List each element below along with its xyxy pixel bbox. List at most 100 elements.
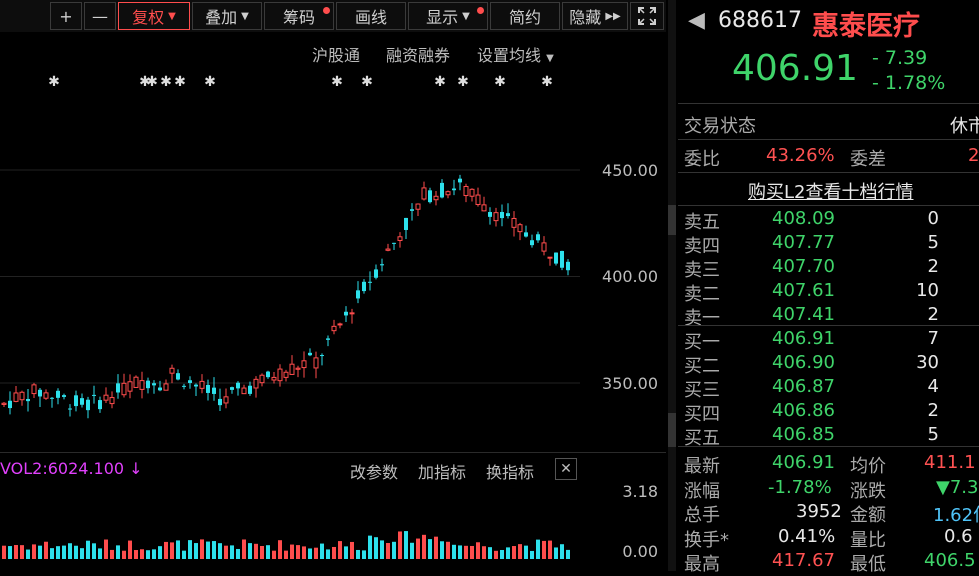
- volume-tick-bottom: 0.00: [622, 542, 658, 561]
- volume-bar: [518, 544, 522, 559]
- current-price: 406.91: [732, 48, 858, 89]
- candle-body: [481, 204, 487, 212]
- ask-level-4-volume: 10: [916, 280, 939, 301]
- volume-bar: [314, 547, 318, 559]
- fullscreen-button[interactable]: [630, 2, 664, 30]
- bid-level-2-label: 买二: [684, 356, 720, 377]
- volume-bar: [392, 541, 396, 559]
- candle-body: [169, 367, 175, 374]
- candle-body: [86, 399, 90, 411]
- volume-bar: [272, 550, 276, 559]
- event-marker-icon[interactable]: ✱: [361, 74, 373, 90]
- bid-level-1-price: 406.91: [772, 328, 835, 349]
- candle-body: [511, 217, 517, 228]
- price-tick-450: 450.00: [602, 161, 658, 180]
- volume-bar: [350, 541, 354, 559]
- candle-body: [458, 178, 462, 183]
- candle-body: [121, 382, 127, 396]
- volume-bar: [554, 547, 558, 559]
- candle-body: [404, 217, 408, 230]
- candle-body: [43, 392, 49, 399]
- event-marker-icon[interactable]: ✱: [174, 74, 186, 90]
- volume-bar: [434, 536, 438, 559]
- fullscreen-icon: [638, 7, 656, 25]
- volume-bar: [170, 542, 174, 559]
- candle-body: [385, 248, 391, 251]
- event-marker-icon[interactable]: ✱: [494, 74, 506, 90]
- gaicanshu-button[interactable]: 改参数: [350, 459, 398, 483]
- scroll-thumb-bottom[interactable]: [668, 413, 676, 447]
- zuixin-value: 406.91: [772, 452, 835, 473]
- volume-bar: [236, 548, 240, 559]
- volume-bar: [398, 531, 402, 559]
- volume-bar: [338, 541, 342, 559]
- candle-body: [506, 213, 510, 217]
- event-marker-icon[interactable]: ✱: [204, 74, 216, 90]
- volume-bar: [260, 545, 264, 559]
- candlestick-chart[interactable]: ✱ ✱✱ ✱ ✱ ✱ ✱ ✱ ✱ ✱ ✱ ✱: [0, 0, 580, 571]
- close-icon[interactable]: ✕: [555, 458, 577, 480]
- l2-purchase-link[interactable]: 购买L2查看十档行情: [748, 178, 913, 204]
- ask-level-1-price: 408.09: [772, 208, 835, 229]
- candle-body: [433, 195, 439, 201]
- event-marker-icon[interactable]: ✱: [541, 74, 553, 90]
- event-marker-icon[interactable]: ✱: [160, 74, 172, 90]
- candle-body: [560, 250, 564, 268]
- event-marker-icon[interactable]: ✱: [48, 74, 60, 90]
- zongshou-label: 总手: [684, 505, 720, 526]
- event-marker-icon[interactable]: ✱: [434, 74, 446, 90]
- bid-level-5-price: 406.85: [772, 424, 835, 445]
- volume-bar: [356, 549, 360, 559]
- candle-body: [445, 191, 451, 196]
- volume-bar: [86, 540, 90, 559]
- candle-body: [452, 188, 456, 191]
- candle-body: [1, 402, 7, 405]
- volume-bar: [98, 548, 102, 559]
- jine-value: 1.62亿: [933, 505, 979, 526]
- event-marker-icon[interactable]: ✱: [331, 74, 343, 90]
- bid-level-3-label: 买三: [684, 380, 720, 401]
- candle-body: [163, 383, 169, 391]
- volume-bar: [32, 544, 36, 559]
- candle-body: [289, 363, 295, 375]
- bid-level-3-volume: 4: [927, 376, 939, 397]
- candle-body: [554, 252, 558, 264]
- volume-bar: [416, 538, 420, 559]
- liangbi-label: 量比: [850, 530, 886, 551]
- event-marker-icon[interactable]: ✱: [146, 74, 158, 90]
- volume-bar: [230, 545, 234, 559]
- candle-body: [380, 264, 384, 266]
- volume-bar: [128, 540, 132, 559]
- volume-bar: [2, 545, 6, 559]
- candle-body: [301, 360, 307, 369]
- huanshou-value: 0.41%: [778, 526, 836, 547]
- kline-chart-panel[interactable]: + — 复权 ▼ 叠加 ▼ 筹码 画线 显示 ▼ 简约 隐藏 ▶▶ 沪股通 融资融券 设…: [0, 0, 666, 571]
- candle-body: [331, 325, 337, 332]
- junjia-label: 均价: [850, 456, 886, 477]
- huanzhibiao-button[interactable]: 换指标: [486, 459, 534, 483]
- volume-bar: [410, 542, 414, 559]
- event-marker-icon[interactable]: ✱: [457, 74, 469, 90]
- volume-bar: [146, 550, 150, 559]
- back-arrow-icon[interactable]: ◀: [688, 8, 705, 33]
- candle-body: [349, 312, 355, 315]
- volume-bar: [218, 543, 222, 559]
- volume-bar: [482, 546, 486, 559]
- candle-body: [541, 242, 547, 252]
- volume-bar: [14, 545, 18, 559]
- divider: [678, 139, 979, 140]
- panel-scrollbar[interactable]: [668, 0, 676, 571]
- volume-bar: [20, 545, 24, 559]
- candle-body: [146, 380, 150, 389]
- volume-bar: [278, 540, 282, 559]
- candle-body: [188, 380, 192, 383]
- zhangdie-label: 涨跌: [850, 481, 886, 502]
- volume-bar: [80, 548, 84, 559]
- scroll-thumb-top[interactable]: [668, 205, 676, 235]
- volume-bar: [50, 548, 54, 559]
- divider: [678, 172, 979, 173]
- jiazhibiao-button[interactable]: 加指标: [418, 459, 466, 483]
- zhangfu-label: 涨幅: [684, 481, 720, 502]
- candle-body: [320, 355, 324, 357]
- candle-body: [362, 281, 366, 292]
